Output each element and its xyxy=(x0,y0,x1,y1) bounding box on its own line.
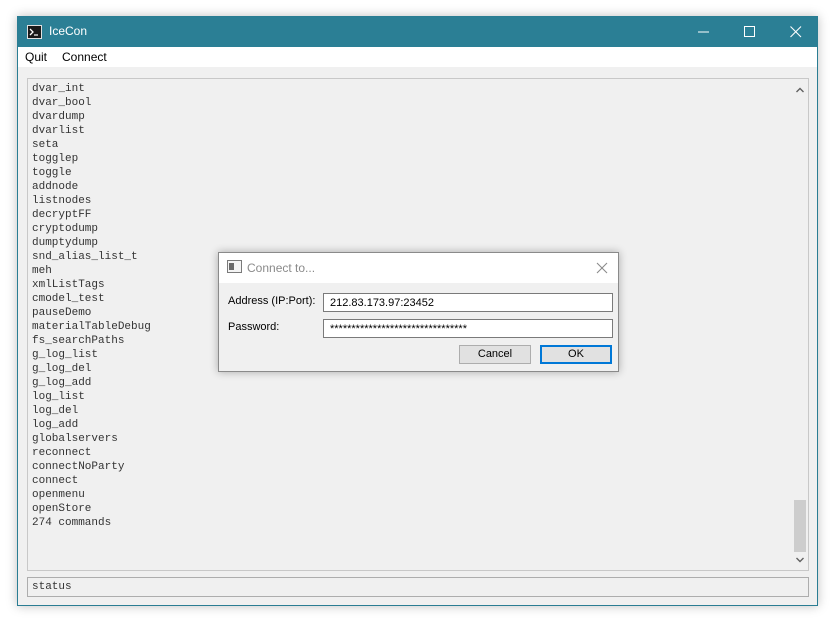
console-line: openStore xyxy=(32,503,92,515)
console-line: dvarlist xyxy=(32,125,85,137)
console-line: meh xyxy=(32,265,52,277)
console-line: reconnect xyxy=(32,447,92,459)
scroll-thumb[interactable] xyxy=(794,500,806,552)
console-line: pauseDemo xyxy=(32,307,92,319)
console-line: togglep xyxy=(32,153,79,165)
console-line: xmlListTags xyxy=(32,279,105,291)
maximize-button[interactable] xyxy=(727,17,773,47)
password-label: Password: xyxy=(228,321,280,333)
chevron-up-icon xyxy=(796,87,804,93)
console-line: g_log_del xyxy=(32,363,92,375)
console-line: openmenu xyxy=(32,489,85,501)
menu-bar: Quit Connect xyxy=(18,47,817,67)
console-line: dvar_bool xyxy=(32,97,92,109)
console-line: snd_alias_list_t xyxy=(32,251,138,263)
title-bar[interactable]: IceCon xyxy=(18,17,817,47)
console-line: fs_searchPaths xyxy=(32,335,125,347)
ok-button[interactable]: OK xyxy=(540,345,612,364)
console-line: g_log_add xyxy=(32,377,92,389)
console-line: dumptydump xyxy=(32,237,99,249)
status-bar: status xyxy=(27,577,809,597)
console-line: log_list xyxy=(32,391,85,403)
status-text: status xyxy=(32,581,72,593)
terminal-icon xyxy=(227,260,242,273)
cancel-button[interactable]: Cancel xyxy=(459,345,531,364)
close-icon xyxy=(790,26,802,38)
dialog-close-icon[interactable] xyxy=(595,261,609,275)
console-line: dvar_int xyxy=(32,83,85,95)
console-line: listnodes xyxy=(32,195,92,207)
window-title: IceCon xyxy=(49,24,88,38)
console-line: connectNoParty xyxy=(32,461,125,473)
dialog-title: Connect to... xyxy=(247,261,316,275)
scroll-down-button[interactable] xyxy=(792,552,808,568)
console-line: g_log_list xyxy=(32,349,99,361)
password-input[interactable] xyxy=(323,319,613,338)
console-line: seta xyxy=(32,139,59,151)
console-line: log_add xyxy=(32,419,79,431)
console-line: globalservers xyxy=(32,433,118,445)
console-line: connect xyxy=(32,475,79,487)
console-line: cryptodump xyxy=(32,223,99,235)
console-line: cmodel_test xyxy=(32,293,105,305)
console-scrollbar[interactable] xyxy=(792,80,808,570)
console-lines: dvar_int dvar_bool dvardump dvarlist seta tog… xyxy=(32,82,151,530)
menu-quit[interactable]: Quit xyxy=(25,50,47,64)
dialog-title-bar[interactable]: Connect to... xyxy=(219,253,618,283)
console-line: decryptFF xyxy=(32,209,92,221)
scroll-up-button[interactable] xyxy=(792,82,808,98)
close-button[interactable] xyxy=(773,17,819,47)
address-label: Address (IP:Port): xyxy=(228,295,316,307)
minimize-icon xyxy=(698,31,709,33)
console-line: toggle xyxy=(32,167,72,179)
console-line: 274 commands xyxy=(32,517,112,529)
console-line: addnode xyxy=(32,181,79,193)
menu-connect[interactable]: Connect xyxy=(62,50,107,64)
console-line: dvardump xyxy=(32,111,85,123)
connect-dialog: Connect to... Address (IP:Port): Passwor… xyxy=(218,252,619,372)
chevron-down-icon xyxy=(796,557,804,563)
terminal-icon xyxy=(27,25,42,39)
maximize-icon xyxy=(744,26,755,37)
address-input[interactable] xyxy=(323,293,613,312)
minimize-button[interactable] xyxy=(681,17,727,47)
console-line: materialTableDebug xyxy=(32,321,151,333)
console-line: log_del xyxy=(32,405,79,417)
